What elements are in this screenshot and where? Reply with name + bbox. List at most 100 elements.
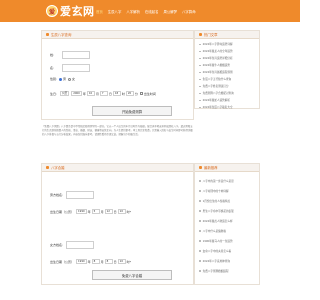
- hot-articles-list: 2024年八字算命运势详解 2024年属龙人的全年运势 2024年生肖运势详细分…: [195, 39, 259, 113]
- male-name-label: 男方姓名:: [50, 193, 64, 197]
- unit-month: 月: [95, 91, 99, 96]
- unit-minute: 分: [134, 91, 138, 96]
- intro-paragraph: 「免费八字测算」八字算命是中华传统民俗预测学的一部分，它以一个人出生的年月日时作…: [42, 125, 193, 137]
- birth-label: 生日:: [50, 91, 58, 96]
- year-select[interactable]: 2000: [71, 91, 82, 96]
- hot-articles-title-bar: 热门文章: [195, 31, 259, 39]
- male-hour-select[interactable]: 10: [117, 209, 126, 214]
- bullet-icon: [199, 190, 201, 192]
- list-item-text: 八字中的第一步是什么意思: [202, 179, 234, 183]
- bullet-icon: [199, 260, 201, 262]
- list-item[interactable]: 2024年八字算命运势详解: [199, 41, 255, 48]
- list-item[interactable]: 1990年属马人的一生运势: [199, 236, 255, 246]
- female-month-select[interactable]: 8: [91, 259, 100, 264]
- bullet-icon: [199, 92, 201, 95]
- bullet-icon: [199, 78, 201, 81]
- male-unit-day: 日: [113, 209, 117, 214]
- list-item-text: 生辰八字五行缺什么查询: [202, 78, 232, 81]
- gender-female-radio[interactable]: [68, 77, 72, 81]
- time-checkbox[interactable]: [139, 92, 143, 95]
- list-item-text: 2024年属蛇人运势解析: [202, 99, 230, 102]
- bullet-icon: [199, 210, 201, 212]
- time-checkbox-label: 出生时间: [143, 91, 156, 96]
- list-item-text: 八字命理中的十神详解: [202, 189, 229, 193]
- list-item[interactable]: 2024年属龙人的全年运势: [199, 48, 255, 55]
- list-item[interactable]: 八字命理中的十神详解: [199, 186, 255, 196]
- list-item[interactable]: 八字中的第一步是什么意思: [199, 176, 255, 186]
- bullet-icon: [199, 230, 201, 232]
- gender-row: 性别: 男 女: [50, 77, 75, 81]
- list-item[interactable]: 2024年生辰八字取名大全: [199, 104, 255, 111]
- month-select[interactable]: 10: [86, 91, 95, 96]
- site-logo[interactable]: 爱 爱玄网: [46, 4, 95, 18]
- top-header: 爱 爱玄网 首页 生辰八字 八字解析 在线起名 周公解梦 八字算命: [0, 0, 300, 22]
- day-select[interactable]: 7: [99, 91, 108, 96]
- gender-male-label: 男: [63, 77, 67, 81]
- list-item[interactable]: 2024年属蛇人运势解析: [199, 97, 255, 104]
- female-birth-label: 出生日期（公历）: [50, 259, 75, 264]
- nav-bazi[interactable]: 生辰八字: [108, 9, 122, 14]
- list-item-text: 免费八字测算婚姻运程: [202, 269, 229, 273]
- nav-fortune[interactable]: 八字算命: [182, 9, 196, 14]
- gender-male-radio[interactable]: [59, 77, 63, 81]
- name-input[interactable]: [62, 64, 91, 72]
- minute-select[interactable]: 20: [125, 91, 134, 96]
- surname-label: 姓:: [50, 53, 55, 57]
- male-birth-label: 出生日期（公历）: [50, 209, 75, 214]
- bullet-icon: [199, 220, 201, 222]
- list-item[interactable]: 2024年属牛人婚姻运势: [199, 62, 255, 69]
- list-item[interactable]: 免费测算八字合婚配对查询: [199, 90, 255, 97]
- list-item-text: 2024年生肖属相运程预测: [202, 71, 233, 74]
- name-row: 名:: [50, 64, 91, 72]
- list-item[interactable]: 八字中什么是偏财格: [199, 226, 255, 236]
- list-item-text: 2024年属牛人婚姻运势: [202, 64, 230, 67]
- list-item-text: 八字中什么是偏财格: [202, 229, 226, 233]
- list-item[interactable]: 2024年生肖运势详细分析: [199, 55, 255, 62]
- bullet-icon: [199, 180, 201, 182]
- male-name-input[interactable]: [66, 191, 95, 199]
- bullet-icon: [199, 64, 201, 67]
- female-name-input[interactable]: [66, 241, 95, 249]
- nav-dream[interactable]: 周公解梦: [163, 9, 177, 14]
- female-year-select[interactable]: 1990: [76, 259, 87, 264]
- hour-select[interactable]: 18: [112, 91, 121, 96]
- bullet-icon: [199, 270, 201, 272]
- nav-naming[interactable]: 在线起名: [145, 9, 159, 14]
- match-form-title: 八字合婚: [51, 166, 65, 170]
- male-day-select[interactable]: 12: [104, 209, 113, 214]
- male-time-suffix: 时*: [126, 209, 132, 214]
- panel-title-icon: [46, 33, 49, 36]
- nav-bazi-analysis[interactable]: 八字解析: [126, 9, 140, 14]
- list-item[interactable]: 男生八字命中带桃花的表现: [199, 206, 255, 216]
- female-unit-month: 月: [100, 259, 104, 264]
- male-year-select[interactable]: 1990: [76, 209, 87, 214]
- logo-text: 爱玄网: [60, 5, 95, 18]
- panel-title-icon: [46, 166, 49, 169]
- calendar-select[interactable]: 公历: [60, 91, 70, 96]
- list-item[interactable]: 1月份出生的人性格特点: [199, 196, 255, 206]
- logo-badge-icon: 爱: [46, 5, 58, 17]
- match-submit-button[interactable]: 免费八字合婚: [92, 270, 172, 280]
- list-item[interactable]: 2024年生肖属相运程预测: [199, 69, 255, 76]
- birth-form-title-bar: 生辰八字查询: [42, 31, 193, 39]
- bullet-icon: [199, 106, 201, 109]
- surname-input[interactable]: [62, 51, 91, 59]
- female-unit-year: 年: [87, 259, 91, 264]
- female-day-select[interactable]: 8: [104, 259, 113, 264]
- list-item-text: 免费测算八字合婚配对查询: [202, 92, 234, 95]
- bullet-icon: [199, 85, 201, 88]
- list-item[interactable]: 2024年属虎人财运怎么样: [199, 216, 255, 226]
- male-birth-row: 出生日期（公历） 1990 年 5 月 12 日 10 时*: [50, 209, 131, 214]
- unit-year: 年: [82, 91, 86, 96]
- list-item[interactable]: 免费八字测算婚姻运程: [199, 266, 255, 276]
- start-calc-button[interactable]: 开始免费测算: [92, 106, 172, 116]
- list-item[interactable]: 免费八字姓名测试打分: [199, 83, 255, 90]
- male-month-select[interactable]: 5: [91, 209, 100, 214]
- list-item[interactable]: 女命八字中的夫星怎么看: [199, 246, 255, 256]
- list-item[interactable]: 生辰八字五行缺什么查询: [199, 76, 255, 83]
- list-item[interactable]: 2024年八字喜用神查询: [199, 256, 255, 266]
- bullet-icon: [199, 43, 201, 46]
- female-hour-select[interactable]: 10: [117, 259, 126, 264]
- nav-home[interactable]: 首页: [96, 9, 103, 14]
- female-name-label: 女方姓名:: [50, 243, 64, 247]
